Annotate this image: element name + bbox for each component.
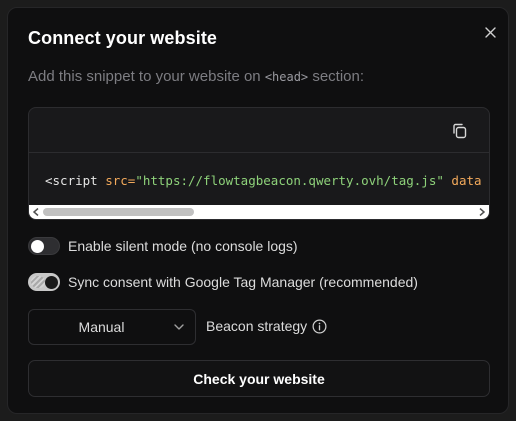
silent-mode-label: Enable silent mode (no console logs) <box>68 238 298 254</box>
scrollbar-thumb[interactable] <box>43 208 194 216</box>
info-icon[interactable] <box>312 319 327 334</box>
code-token-src-attr: src= <box>105 173 136 188</box>
check-website-button[interactable]: Check your website <box>28 360 490 397</box>
copy-button[interactable] <box>451 122 469 140</box>
toggle-track-pattern <box>31 276 45 288</box>
code-token-data-attr: data <box>443 173 482 188</box>
copy-icon <box>453 123 467 139</box>
code-snippet-header <box>29 108 489 153</box>
code-token-src-value: "https://flowtagbeacon.qwerty.ovh/tag.js… <box>135 173 444 188</box>
code-snippet-box: <script src="https://flowtagbeacon.qwert… <box>28 107 490 220</box>
silent-mode-row: Enable silent mode (no console logs) <box>28 236 298 256</box>
code-snippet-line[interactable]: <script src="https://flowtagbeacon.qwert… <box>45 173 482 188</box>
sync-consent-toggle[interactable] <box>28 273 60 291</box>
horizontal-scrollbar[interactable] <box>29 205 489 219</box>
toggle-knob <box>45 275 58 289</box>
beacon-strategy-label-group: Beacon strategy <box>206 318 327 334</box>
beacon-strategy-value: Manual <box>78 319 125 335</box>
scroll-left-arrow-icon[interactable] <box>29 205 43 219</box>
code-token-tag: <script <box>45 173 106 188</box>
dialog-subtitle: Add this snippet to your website on <hea… <box>28 68 364 85</box>
scroll-right-arrow-icon[interactable] <box>475 205 489 219</box>
subtitle-head-tag: <head> <box>264 70 309 84</box>
beacon-strategy-select[interactable]: Manual <box>28 309 196 345</box>
beacon-strategy-label: Beacon strategy <box>206 318 308 334</box>
silent-mode-toggle[interactable] <box>28 237 60 255</box>
toggle-knob <box>31 239 44 253</box>
chevron-down-icon <box>174 324 184 330</box>
subtitle-text-before: Add this snippet to your website on <box>28 68 261 85</box>
sync-consent-row: Sync consent with Google Tag Manager (re… <box>28 272 418 292</box>
sync-consent-label: Sync consent with Google Tag Manager (re… <box>68 274 418 290</box>
close-icon <box>484 26 496 38</box>
close-button[interactable] <box>480 22 500 42</box>
dialog-title: Connect your website <box>28 28 218 48</box>
subtitle-text-after: section: <box>312 68 365 85</box>
